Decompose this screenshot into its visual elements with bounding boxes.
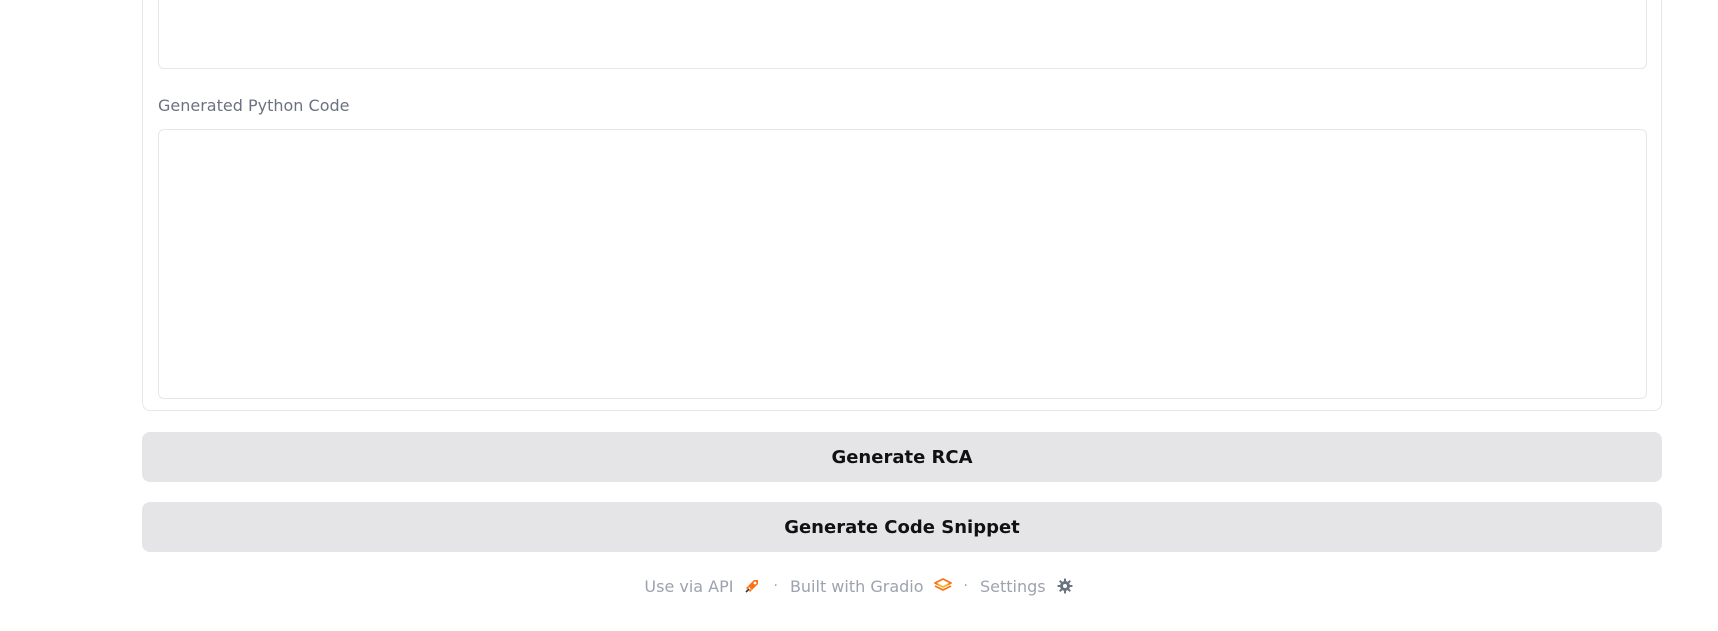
code-field-label: Generated Python Code [158,96,350,115]
use-via-api-label: Use via API [644,576,734,596]
footer-separator: · [963,578,968,594]
footer: Use via API · Built with Gradio · Settin… [0,574,1718,598]
footer-separator: · [773,578,778,594]
built-with-gradio-link[interactable]: Built with Gradio [790,577,952,596]
settings-link[interactable]: Settings [980,577,1074,596]
generate-code-snippet-button[interactable]: Generate Code Snippet [142,502,1662,552]
use-via-api-link[interactable]: Use via API [644,577,761,596]
settings-label: Settings [979,576,1046,596]
gear-icon [1056,577,1074,595]
previous-output-textarea[interactable] [158,0,1647,69]
gradio-logo-icon [933,577,952,595]
generate-rca-button[interactable]: Generate RCA [142,432,1662,482]
built-with-gradio-label: Built with Gradio [789,576,924,596]
rocket-icon [743,577,761,595]
page: Generated Python Code Generate RCA Gener… [0,0,1718,631]
generated-code-textarea[interactable] [158,129,1647,399]
